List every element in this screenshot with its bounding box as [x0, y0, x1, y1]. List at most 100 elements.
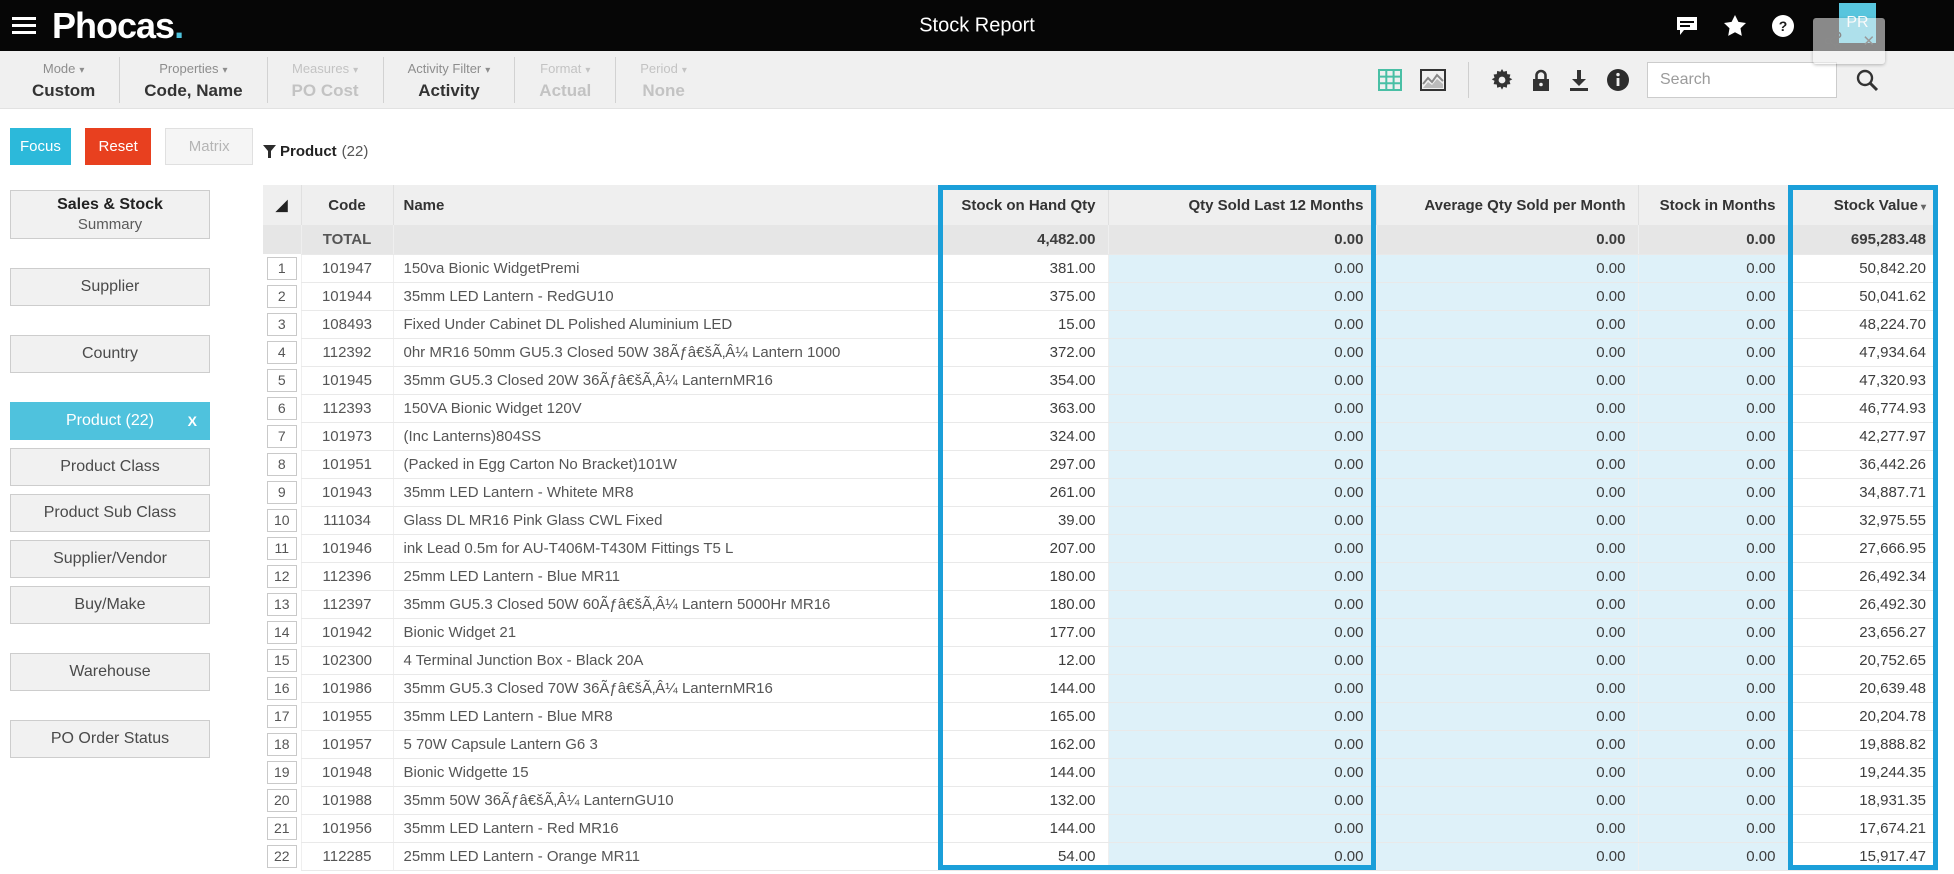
- sidebar-item-product-class[interactable]: Product Class: [10, 448, 210, 486]
- code-cell[interactable]: 101947: [300, 254, 393, 283]
- code-cell[interactable]: 101956: [300, 814, 393, 843]
- column-header-avg-qty-month[interactable]: Average Qty Sold per Month: [1375, 185, 1638, 225]
- row-number-button[interactable]: 20: [266, 788, 297, 812]
- code-cell[interactable]: 108493: [300, 310, 393, 339]
- row-number-button[interactable]: 22: [266, 844, 297, 868]
- code-cell[interactable]: 101944: [300, 282, 393, 311]
- hamburger-menu-icon[interactable]: [12, 13, 36, 38]
- toolbar-group[interactable]: Format ▾ Actual: [515, 56, 617, 103]
- sidebar-item-po-order-status[interactable]: PO Order Status: [10, 720, 210, 758]
- name-cell[interactable]: Bionic Widgette 15: [392, 758, 938, 787]
- toolbar-group[interactable]: Measures ▾ PO Cost: [268, 56, 384, 103]
- row-number-button[interactable]: 13: [266, 592, 297, 616]
- code-cell[interactable]: 112285: [300, 842, 393, 871]
- chart-view-icon[interactable]: [1420, 69, 1446, 91]
- row-number-button[interactable]: 11: [266, 536, 297, 560]
- matrix-button[interactable]: Matrix: [165, 128, 253, 165]
- row-number-button[interactable]: 3: [266, 312, 297, 336]
- toolbar-group[interactable]: Properties ▾ Code, Name: [120, 56, 268, 103]
- name-cell[interactable]: 150VA Bionic Widget 120V: [392, 394, 938, 423]
- name-cell[interactable]: 35mm LED Lantern - RedGU10: [392, 282, 938, 311]
- sidebar-item-country[interactable]: Country: [10, 335, 210, 373]
- column-header-name[interactable]: Name: [392, 185, 938, 225]
- download-icon[interactable]: [1569, 69, 1589, 91]
- code-cell[interactable]: 101957: [300, 730, 393, 759]
- star-icon[interactable]: [1724, 15, 1746, 36]
- gear-icon[interactable]: [1491, 69, 1513, 91]
- name-cell[interactable]: 150va Bionic WidgetPremi: [392, 254, 938, 283]
- code-cell[interactable]: 112397: [300, 590, 393, 619]
- code-cell[interactable]: 101943: [300, 478, 393, 507]
- name-cell[interactable]: 25mm LED Lantern - Orange MR11: [392, 842, 938, 871]
- info-icon[interactable]: [1607, 69, 1629, 91]
- code-cell[interactable]: 101945: [300, 366, 393, 395]
- row-number-button[interactable]: 9: [266, 480, 297, 504]
- name-cell[interactable]: 35mm GU5.3 Closed 50W 60Ãƒâ€šÃ‚Â¼ Lanter…: [392, 590, 938, 619]
- sidebar-item-warehouse[interactable]: Warehouse: [10, 653, 210, 691]
- row-number-button[interactable]: 19: [266, 760, 297, 784]
- name-cell[interactable]: ink Lead 0.5m for AU-T406M-T430M Fitting…: [392, 534, 938, 563]
- row-number-button[interactable]: 2: [266, 284, 297, 308]
- name-cell[interactable]: Bionic Widget 21: [392, 618, 938, 647]
- column-header-stock-value[interactable]: Stock Value ▾: [1787, 185, 1938, 225]
- row-number-button[interactable]: 7: [266, 424, 297, 448]
- name-cell[interactable]: (Packed in Egg Carton No Bracket)101W: [392, 450, 938, 479]
- row-number-button[interactable]: 16: [266, 676, 297, 700]
- row-number-button[interactable]: 21: [266, 816, 297, 840]
- name-cell[interactable]: Glass DL MR16 Pink Glass CWL Fixed: [392, 506, 938, 535]
- row-number-button[interactable]: 1: [266, 256, 297, 280]
- row-number-button[interactable]: 8: [266, 452, 297, 476]
- grid-view-icon[interactable]: [1378, 69, 1402, 91]
- chat-icon[interactable]: [1676, 16, 1698, 36]
- name-cell[interactable]: (Inc Lanterns)804SS: [392, 422, 938, 451]
- code-cell[interactable]: 101988: [300, 786, 393, 815]
- name-cell[interactable]: 5 70W Capsule Lantern G6 3: [392, 730, 938, 759]
- code-cell[interactable]: 101942: [300, 618, 393, 647]
- name-cell[interactable]: 25mm LED Lantern - Blue MR11: [392, 562, 938, 591]
- sidebar-item-sales-stock[interactable]: Sales & Stock Summary: [10, 190, 210, 239]
- row-number-button[interactable]: 18: [266, 732, 297, 756]
- share-hub-icon[interactable]: [1823, 31, 1843, 51]
- row-number-button[interactable]: 10: [266, 508, 297, 532]
- sort-corner-header[interactable]: ◢: [263, 185, 301, 225]
- row-number-button[interactable]: 5: [266, 368, 297, 392]
- name-cell[interactable]: 35mm LED Lantern - Whitete MR8: [392, 478, 938, 507]
- name-cell[interactable]: 35mm LED Lantern - Red MR16: [392, 814, 938, 843]
- sidebar-item-product-22-[interactable]: Product (22) X: [10, 402, 210, 440]
- name-cell[interactable]: Fixed Under Cabinet DL Polished Aluminiu…: [392, 310, 938, 339]
- toolbar-group[interactable]: Activity Filter ▾ Activity: [384, 56, 516, 103]
- code-cell[interactable]: 101955: [300, 702, 393, 731]
- code-cell[interactable]: 112396: [300, 562, 393, 591]
- code-cell[interactable]: 111034: [300, 506, 393, 535]
- search-icon[interactable]: [1855, 68, 1879, 92]
- sidebar-item-buy-make[interactable]: Buy/Make: [10, 586, 210, 624]
- sidebar-item-supplier-vendor[interactable]: Supplier/Vendor: [10, 540, 210, 578]
- close-filter-button[interactable]: X: [188, 413, 197, 429]
- name-cell[interactable]: 35mm GU5.3 Closed 20W 36Ãƒâ€šÃ‚Â¼ Lanter…: [392, 366, 938, 395]
- row-number-button[interactable]: 6: [266, 396, 297, 420]
- column-header-stock-on-hand[interactable]: Stock on Hand Qty: [937, 185, 1108, 225]
- name-cell[interactable]: 35mm GU5.3 Closed 70W 36Ãƒâ€šÃ‚Â¼ Lanter…: [392, 674, 938, 703]
- code-cell[interactable]: 112392: [300, 338, 393, 367]
- toolbar-group[interactable]: Mode ▾ Custom: [8, 56, 121, 103]
- name-cell[interactable]: 35mm LED Lantern - Blue MR8: [392, 702, 938, 731]
- code-cell[interactable]: 101973: [300, 422, 393, 451]
- help-icon[interactable]: ?: [1772, 14, 1794, 37]
- active-filter-chip[interactable]: Product (22): [263, 141, 1938, 161]
- code-cell[interactable]: 101946: [300, 534, 393, 563]
- row-number-button[interactable]: 4: [266, 340, 297, 364]
- name-cell[interactable]: 0hr MR16 50mm GU5.3 Closed 50W 38Ãƒâ€šÃ‚…: [392, 338, 938, 367]
- search-input[interactable]: [1647, 62, 1837, 98]
- column-header-code[interactable]: Code: [300, 185, 393, 225]
- focus-button[interactable]: Focus: [10, 128, 71, 165]
- column-header-stock-in-months[interactable]: Stock in Months: [1637, 185, 1788, 225]
- code-cell[interactable]: 101986: [300, 674, 393, 703]
- column-header-qty-sold-12m[interactable]: Qty Sold Last 12 Months: [1107, 185, 1376, 225]
- toolbar-group[interactable]: Period ▾ None: [616, 57, 711, 103]
- close-icon[interactable]: ✕: [1863, 32, 1876, 50]
- reset-button[interactable]: Reset: [84, 128, 152, 165]
- lock-icon[interactable]: [1531, 69, 1551, 92]
- row-number-button[interactable]: 12: [266, 564, 297, 588]
- name-cell[interactable]: 4 Terminal Junction Box - Black 20A: [392, 646, 938, 675]
- code-cell[interactable]: 112393: [300, 394, 393, 423]
